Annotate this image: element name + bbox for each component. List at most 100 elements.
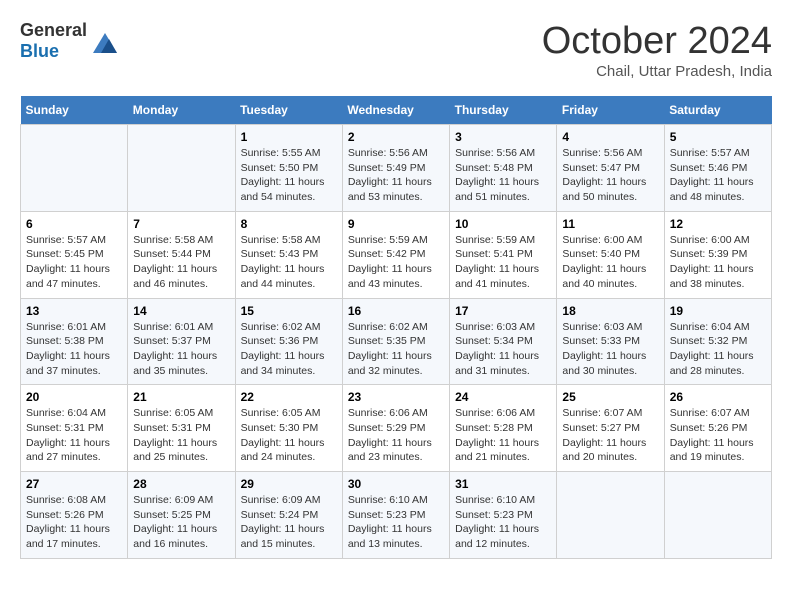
calendar-cell: 22 Sunrise: 6:05 AMSunset: 5:30 PMDayligh… bbox=[235, 385, 342, 472]
location-subtitle: Chail, Uttar Pradesh, India bbox=[542, 63, 772, 80]
day-number: 22 bbox=[241, 390, 337, 404]
weekday-header-monday: Monday bbox=[128, 96, 235, 125]
day-number: 18 bbox=[562, 304, 658, 318]
day-number: 21 bbox=[133, 390, 229, 404]
logo-general: General bbox=[20, 20, 87, 40]
calendar-cell: 6 Sunrise: 5:57 AMSunset: 5:45 PMDaylight… bbox=[21, 211, 128, 298]
calendar-cell: 16Sunrise: 6:02 AMSunset: 5:35 PMDayligh… bbox=[342, 298, 449, 385]
calendar-cell: 28Sunrise: 6:09 AMSunset: 5:25 PMDayligh… bbox=[128, 472, 235, 559]
day-info: Sunrise: 5:57 AMSunset: 5:46 PMDaylight:… bbox=[670, 147, 754, 203]
day-number: 31 bbox=[455, 477, 551, 491]
day-number: 27 bbox=[26, 477, 122, 491]
day-number: 26 bbox=[670, 390, 766, 404]
logo-text: General Blue bbox=[20, 20, 87, 62]
calendar-cell: 3 Sunrise: 5:56 AMSunset: 5:48 PMDaylight… bbox=[450, 125, 557, 212]
day-info: Sunrise: 6:02 AMSunset: 5:36 PMDaylight:… bbox=[241, 321, 325, 377]
day-info: Sunrise: 6:01 AMSunset: 5:37 PMDaylight:… bbox=[133, 321, 217, 377]
day-info: Sunrise: 6:00 AMSunset: 5:39 PMDaylight:… bbox=[670, 234, 754, 290]
calendar-cell: 25 Sunrise: 6:07 AMSunset: 5:27 PMDayligh… bbox=[557, 385, 664, 472]
logo-icon bbox=[89, 25, 121, 57]
calendar-cell: 12 Sunrise: 6:00 AMSunset: 5:39 PMDayligh… bbox=[664, 211, 771, 298]
weekday-header-tuesday: Tuesday bbox=[235, 96, 342, 125]
day-info: Sunrise: 6:06 AMSunset: 5:29 PMDaylight:… bbox=[348, 407, 432, 463]
day-number: 30 bbox=[348, 477, 444, 491]
calendar-week-row: 13 Sunrise: 6:01 AMSunset: 5:38 PMDayligh… bbox=[21, 298, 772, 385]
day-info: Sunrise: 6:03 AMSunset: 5:34 PMDaylight:… bbox=[455, 321, 539, 377]
calendar-cell: 24 Sunrise: 6:06 AMSunset: 5:28 PMDayligh… bbox=[450, 385, 557, 472]
day-number: 3 bbox=[455, 130, 551, 144]
day-info: Sunrise: 5:55 AMSunset: 5:50 PMDaylight:… bbox=[241, 147, 325, 203]
day-info: Sunrise: 6:04 AMSunset: 5:32 PMDaylight:… bbox=[670, 321, 754, 377]
calendar-body: 1 Sunrise: 5:55 AMSunset: 5:50 PMDaylight… bbox=[21, 125, 772, 559]
day-info: Sunrise: 6:09 AMSunset: 5:24 PMDaylight:… bbox=[241, 494, 325, 550]
day-number: 4 bbox=[562, 130, 658, 144]
day-info: Sunrise: 6:06 AMSunset: 5:28 PMDaylight:… bbox=[455, 407, 539, 463]
calendar-cell: 27Sunrise: 6:08 AMSunset: 5:26 PMDayligh… bbox=[21, 472, 128, 559]
day-number: 14 bbox=[133, 304, 229, 318]
day-info: Sunrise: 5:59 AMSunset: 5:42 PMDaylight:… bbox=[348, 234, 432, 290]
calendar-cell bbox=[664, 472, 771, 559]
month-year-title: October 2024 bbox=[542, 20, 772, 63]
weekday-header-friday: Friday bbox=[557, 96, 664, 125]
day-number: 16 bbox=[348, 304, 444, 318]
day-info: Sunrise: 6:03 AMSunset: 5:33 PMDaylight:… bbox=[562, 321, 646, 377]
day-info: Sunrise: 6:05 AMSunset: 5:30 PMDaylight:… bbox=[241, 407, 325, 463]
calendar-cell: 30 Sunrise: 6:10 AMSunset: 5:23 PMDayligh… bbox=[342, 472, 449, 559]
day-number: 28 bbox=[133, 477, 229, 491]
weekday-header-saturday: Saturday bbox=[664, 96, 771, 125]
day-info: Sunrise: 6:00 AMSunset: 5:40 PMDaylight:… bbox=[562, 234, 646, 290]
day-info: Sunrise: 6:01 AMSunset: 5:38 PMDaylight:… bbox=[26, 321, 110, 377]
day-info: Sunrise: 5:56 AMSunset: 5:48 PMDaylight:… bbox=[455, 147, 539, 203]
title-block: October 2024 Chail, Uttar Pradesh, India bbox=[542, 20, 772, 80]
calendar-cell: 4 Sunrise: 5:56 AMSunset: 5:47 PMDaylight… bbox=[557, 125, 664, 212]
calendar-cell: 17 Sunrise: 6:03 AMSunset: 5:34 PMDayligh… bbox=[450, 298, 557, 385]
calendar-cell bbox=[21, 125, 128, 212]
day-info: Sunrise: 6:04 AMSunset: 5:31 PMDaylight:… bbox=[26, 407, 110, 463]
calendar-cell: 29 Sunrise: 6:09 AMSunset: 5:24 PMDayligh… bbox=[235, 472, 342, 559]
calendar-cell: 19 Sunrise: 6:04 AMSunset: 5:32 PMDayligh… bbox=[664, 298, 771, 385]
day-info: Sunrise: 6:10 AMSunset: 5:23 PMDaylight:… bbox=[348, 494, 432, 550]
calendar-week-row: 6 Sunrise: 5:57 AMSunset: 5:45 PMDaylight… bbox=[21, 211, 772, 298]
day-info: Sunrise: 6:07 AMSunset: 5:26 PMDaylight:… bbox=[670, 407, 754, 463]
day-number: 6 bbox=[26, 217, 122, 231]
day-info: Sunrise: 5:56 AMSunset: 5:47 PMDaylight:… bbox=[562, 147, 646, 203]
calendar-cell: 18 Sunrise: 6:03 AMSunset: 5:33 PMDayligh… bbox=[557, 298, 664, 385]
calendar-cell: 11 Sunrise: 6:00 AMSunset: 5:40 PMDayligh… bbox=[557, 211, 664, 298]
day-info: Sunrise: 6:07 AMSunset: 5:27 PMDaylight:… bbox=[562, 407, 646, 463]
day-info: Sunrise: 5:59 AMSunset: 5:41 PMDaylight:… bbox=[455, 234, 539, 290]
day-number: 11 bbox=[562, 217, 658, 231]
calendar-cell: 10 Sunrise: 5:59 AMSunset: 5:41 PMDayligh… bbox=[450, 211, 557, 298]
weekday-header-thursday: Thursday bbox=[450, 96, 557, 125]
calendar-cell: 2Sunrise: 5:56 AMSunset: 5:49 PMDaylight… bbox=[342, 125, 449, 212]
calendar-table: SundayMondayTuesdayWednesdayThursdayFrid… bbox=[20, 96, 772, 559]
calendar-cell: 15 Sunrise: 6:02 AMSunset: 5:36 PMDayligh… bbox=[235, 298, 342, 385]
day-number: 29 bbox=[241, 477, 337, 491]
day-number: 12 bbox=[670, 217, 766, 231]
calendar-cell: 13 Sunrise: 6:01 AMSunset: 5:38 PMDayligh… bbox=[21, 298, 128, 385]
day-number: 19 bbox=[670, 304, 766, 318]
calendar-cell: 7 Sunrise: 5:58 AMSunset: 5:44 PMDaylight… bbox=[128, 211, 235, 298]
calendar-cell: 14 Sunrise: 6:01 AMSunset: 5:37 PMDayligh… bbox=[128, 298, 235, 385]
calendar-cell: 5Sunrise: 5:57 AMSunset: 5:46 PMDaylight… bbox=[664, 125, 771, 212]
logo: General Blue bbox=[20, 20, 121, 62]
calendar-cell: 21Sunrise: 6:05 AMSunset: 5:31 PMDayligh… bbox=[128, 385, 235, 472]
day-number: 15 bbox=[241, 304, 337, 318]
day-number: 13 bbox=[26, 304, 122, 318]
calendar-week-row: 1 Sunrise: 5:55 AMSunset: 5:50 PMDaylight… bbox=[21, 125, 772, 212]
weekday-header-sunday: Sunday bbox=[21, 96, 128, 125]
day-number: 20 bbox=[26, 390, 122, 404]
day-info: Sunrise: 6:10 AMSunset: 5:23 PMDaylight:… bbox=[455, 494, 539, 550]
day-info: Sunrise: 5:57 AMSunset: 5:45 PMDaylight:… bbox=[26, 234, 110, 290]
day-number: 1 bbox=[241, 130, 337, 144]
calendar-cell: 26 Sunrise: 6:07 AMSunset: 5:26 PMDayligh… bbox=[664, 385, 771, 472]
day-number: 25 bbox=[562, 390, 658, 404]
calendar-header: SundayMondayTuesdayWednesdayThursdayFrid… bbox=[21, 96, 772, 125]
day-number: 7 bbox=[133, 217, 229, 231]
day-info: Sunrise: 5:58 AMSunset: 5:44 PMDaylight:… bbox=[133, 234, 217, 290]
calendar-cell bbox=[557, 472, 664, 559]
day-number: 24 bbox=[455, 390, 551, 404]
day-number: 9 bbox=[348, 217, 444, 231]
day-number: 10 bbox=[455, 217, 551, 231]
day-number: 17 bbox=[455, 304, 551, 318]
calendar-cell: 23Sunrise: 6:06 AMSunset: 5:29 PMDayligh… bbox=[342, 385, 449, 472]
